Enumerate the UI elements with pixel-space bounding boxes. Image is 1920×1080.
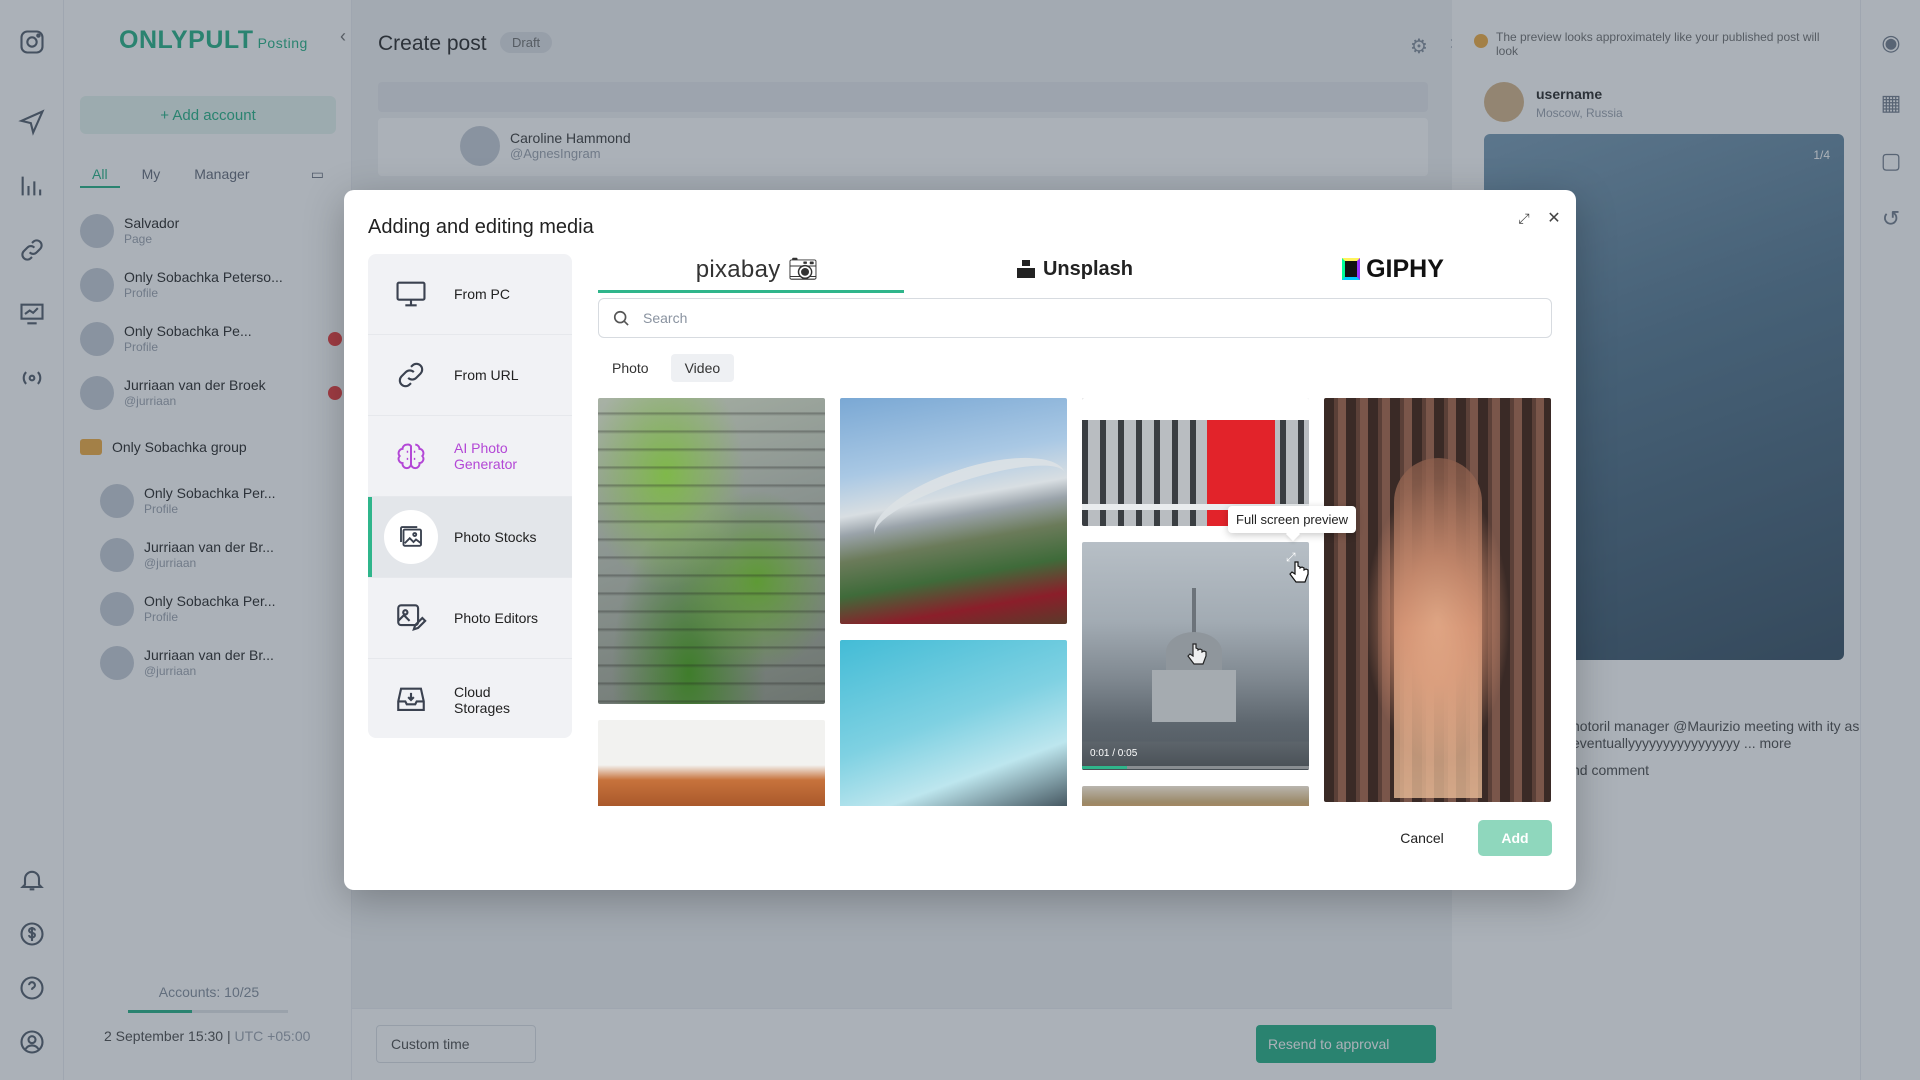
tab-video[interactable]: Video bbox=[670, 354, 735, 382]
pixabay-logo: pixabay 📷︎ bbox=[695, 255, 819, 283]
video-timecode: 0:01 / 0:05 bbox=[1090, 748, 1138, 759]
unsplash-logo: Unsplash bbox=[1016, 258, 1133, 281]
media-tile[interactable] bbox=[1324, 398, 1551, 802]
dialog-title: Adding and editing media bbox=[368, 216, 594, 238]
cancel-button[interactable]: Cancel bbox=[1384, 820, 1460, 856]
source-photo-editors[interactable]: Photo Editors bbox=[368, 578, 572, 659]
tab-giphy[interactable]: GIPHY bbox=[1234, 248, 1552, 290]
media-type-tabs: Photo Video bbox=[598, 354, 735, 382]
media-tile[interactable] bbox=[840, 640, 1067, 806]
source-from-url[interactable]: From URL bbox=[368, 335, 572, 416]
media-tile[interactable] bbox=[1082, 786, 1309, 806]
tab-unsplash[interactable]: Unsplash bbox=[916, 248, 1234, 290]
giphy-logo: GIPHY bbox=[1342, 255, 1444, 284]
close-icon[interactable]: ✕ bbox=[1540, 204, 1568, 232]
media-tile[interactable] bbox=[840, 398, 1067, 624]
hand-cursor-icon bbox=[1289, 561, 1309, 583]
unsplash-mark-icon bbox=[1016, 260, 1035, 278]
image-edit-icon bbox=[394, 601, 428, 635]
link-icon bbox=[394, 358, 428, 392]
monitor-icon bbox=[394, 277, 428, 311]
source-ai-generator[interactable]: AI Photo Generator bbox=[368, 416, 572, 497]
source-photo-stocks[interactable]: Photo Stocks bbox=[368, 497, 572, 578]
provider-tabs: pixabay 📷︎ Unsplash GIPHY bbox=[598, 248, 1552, 293]
source-cloud-storages[interactable]: Cloud Storages bbox=[368, 659, 572, 738]
tab-photo[interactable]: Photo bbox=[598, 354, 663, 382]
tooltip: Full screen preview bbox=[1228, 506, 1356, 533]
video-progress bbox=[1082, 766, 1309, 769]
media-gallery: ⤢ 0:01 / 0:05 bbox=[598, 398, 1552, 806]
hand-cursor-icon bbox=[1187, 643, 1207, 665]
add-button[interactable]: Add bbox=[1478, 820, 1552, 856]
giphy-mark-icon bbox=[1342, 258, 1361, 280]
image-stack-icon bbox=[384, 510, 438, 564]
brain-icon bbox=[394, 439, 428, 473]
camera-icon: 📷︎ bbox=[787, 255, 819, 283]
expand-icon[interactable]: ⤢ bbox=[1510, 204, 1538, 232]
search-icon bbox=[611, 308, 631, 328]
search-input[interactable] bbox=[643, 307, 1523, 329]
tab-pixabay[interactable]: pixabay 📷︎ bbox=[598, 248, 916, 293]
source-from-pc[interactable]: From PC bbox=[368, 254, 572, 335]
media-tile[interactable] bbox=[598, 398, 825, 704]
search-box bbox=[598, 298, 1552, 338]
media-tile[interactable] bbox=[598, 720, 825, 806]
media-source-list: From PC From URL AI Photo Generator Phot… bbox=[368, 254, 572, 738]
cloud-storage-icon bbox=[394, 683, 428, 717]
media-dialog: Adding and editing media ⤢ ✕ From PC Fro… bbox=[344, 190, 1576, 890]
